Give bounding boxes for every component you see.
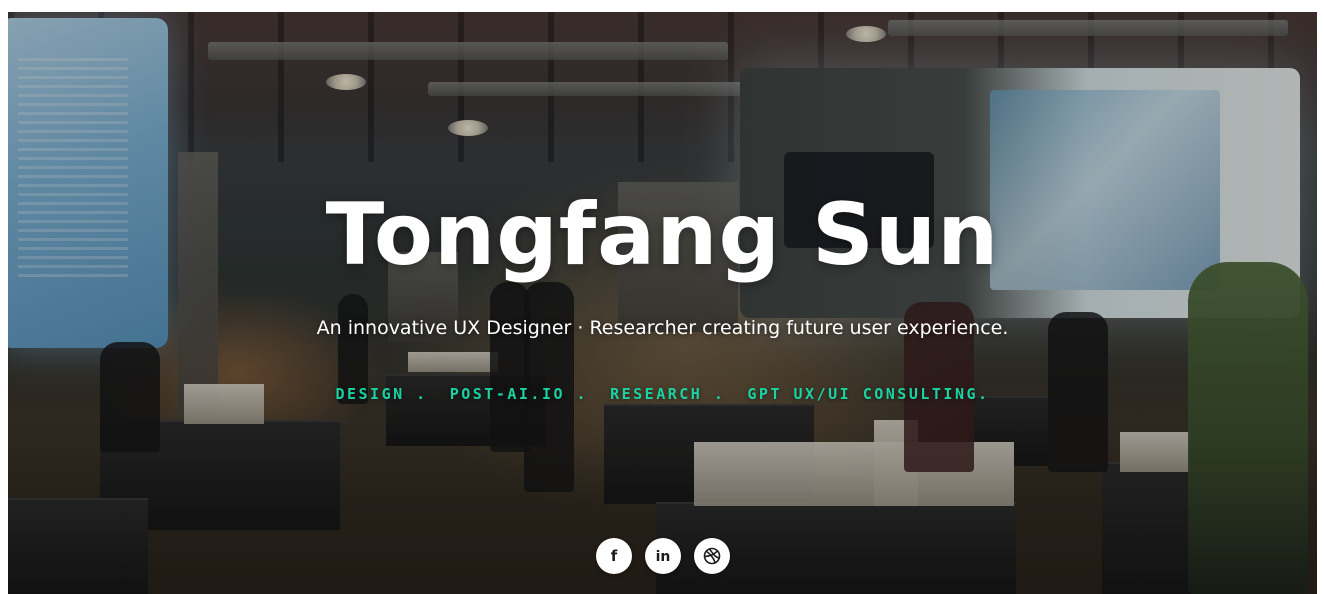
facebook-button[interactable]: f — [595, 538, 632, 574]
hero-tag-item: GPT UX/UI CONSULTING. — [747, 384, 989, 403]
social-links: f in — [8, 538, 1317, 574]
svg-text:f: f — [610, 548, 617, 564]
linkedin-button[interactable]: in — [644, 538, 681, 574]
hero-title: Tongfang Sun — [325, 185, 1000, 285]
hero-tag-item: POST-AI.IO . — [450, 384, 588, 403]
dribbble-icon — [703, 547, 721, 565]
svg-text:in: in — [655, 549, 670, 564]
hero-section: Tongfang Sun An innovative UX Designer ·… — [8, 12, 1317, 594]
tag-research-link[interactable]: RESEARCH . — [610, 385, 725, 403]
hero-tag-item: RESEARCH . — [610, 384, 725, 403]
hero-tag-list: DESIGN . POST-AI.IO . RESEARCH . GPT UX/… — [8, 384, 1317, 403]
facebook-icon: f — [607, 548, 621, 564]
hero-dim-overlay — [8, 12, 1317, 594]
hero-subtitle: An innovative UX Designer · Researcher c… — [316, 317, 1009, 339]
tag-gpt-consulting-link[interactable]: GPT UX/UI CONSULTING. — [747, 385, 989, 403]
dribbble-button[interactable] — [693, 538, 730, 574]
hero-tag-item: DESIGN . — [335, 384, 427, 403]
tag-post-ai-link[interactable]: POST-AI.IO . — [450, 385, 588, 403]
linkedin-icon: in — [654, 548, 672, 564]
tag-design-link[interactable]: DESIGN . — [335, 385, 427, 403]
